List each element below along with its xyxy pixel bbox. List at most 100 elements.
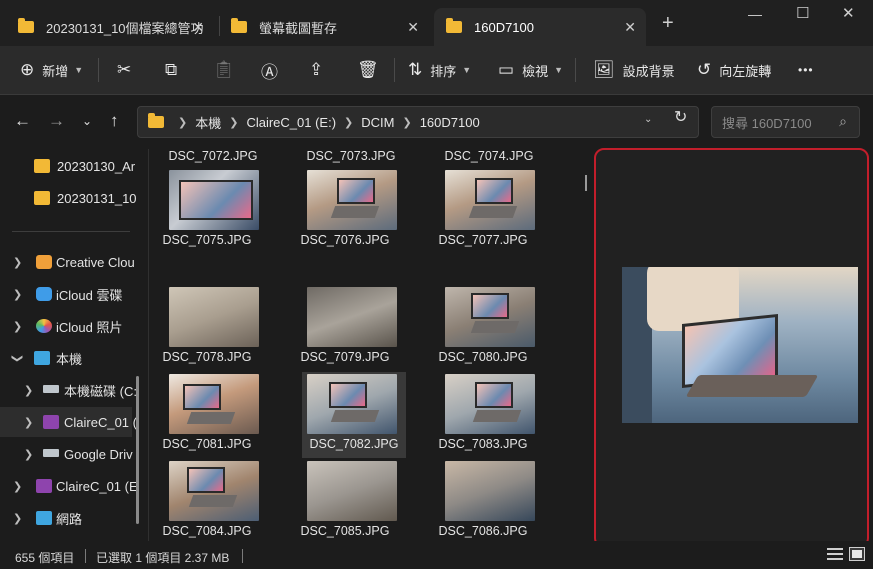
close-icon[interactable]: ✕ <box>407 19 419 36</box>
file-grid: DSC_7072.JPG DSC_7073.JPG DSC_7074.JPG D… <box>150 149 582 541</box>
sidebar-item-icloud-photos[interactable]: ❯ iCloud 照片 <box>0 311 132 341</box>
chevron-down-icon[interactable]: ❯ <box>11 353 24 362</box>
breadcrumb-this-pc[interactable]: 本機 <box>195 113 221 132</box>
sidebar-item-network[interactable]: ❯ 網路 <box>0 503 132 533</box>
file-grid-scrollbar[interactable] <box>585 175 587 191</box>
file-name: DSC_7084.JPG <box>162 524 252 538</box>
photo-thumbnail <box>445 170 535 230</box>
forward-icon[interactable]: → <box>48 111 65 131</box>
file-item[interactable]: DSC_7073.JPG <box>294 149 398 172</box>
close-window-icon[interactable]: ✕ <box>842 4 855 22</box>
file-item[interactable]: DSC_7086.JPG <box>426 461 535 541</box>
sidebar-item-label: 20230130_Ar <box>57 158 136 174</box>
set-background-button[interactable]: 🖼︎ 設成背景 <box>593 46 675 94</box>
file-item[interactable]: DSC_7084.JPG <box>150 461 259 541</box>
rotate-left-button[interactable]: ↺ 向左旋轉 <box>697 46 771 94</box>
file-item[interactable]: DSC_7079.JPG <box>288 287 397 373</box>
file-item[interactable]: DSC_7075.JPG <box>150 170 259 256</box>
breadcrumb-dcim[interactable]: DCIM <box>361 115 394 130</box>
copy-button[interactable]: ⧉ <box>165 46 177 94</box>
new-tab-button[interactable]: + <box>662 12 674 35</box>
folder-icon <box>231 18 247 33</box>
share-button[interactable]: ⇪ <box>309 46 323 94</box>
file-item[interactable]: DSC_7078.JPG <box>150 287 259 373</box>
up-icon[interactable]: ↑ <box>110 111 119 131</box>
tab-screenshots[interactable]: 螢幕截圖暫存 ✕ <box>219 8 429 46</box>
delete-button[interactable]: 🗑︎ <box>357 46 379 94</box>
photo-thumbnail <box>169 170 259 230</box>
tab-20230131[interactable]: 20230131_10個檔案總管功 ✕ <box>6 8 214 46</box>
refresh-icon[interactable]: ↻ <box>674 107 687 127</box>
file-item[interactable]: DSC_7074.JPG <box>432 149 536 172</box>
more-button[interactable]: ••• <box>798 46 814 94</box>
sidebar-item-20230131[interactable]: 20230131_10 <box>0 183 137 213</box>
chevron-down-icon: ▼ <box>554 65 563 75</box>
sidebar-item-label: iCloud 雲碟 <box>56 287 123 303</box>
preview-image <box>622 267 858 423</box>
chevron-right-icon[interactable]: ❯ <box>13 320 22 333</box>
search-box[interactable]: ⌕ <box>711 106 860 138</box>
sidebar-item-local-disk-c[interactable]: ❯ 本機磁碟 (C: <box>0 375 137 405</box>
breadcrumb-drive[interactable]: ClaireC_01 (E:) <box>246 115 336 130</box>
recent-locations-icon[interactable]: ⌄ <box>82 114 92 128</box>
chevron-right-icon: ❯ <box>229 116 239 129</box>
view-button[interactable]: ▭ 檢視 ▼ <box>498 46 563 94</box>
file-name: DSC_7086.JPG <box>438 524 528 538</box>
folder-icon <box>446 18 462 33</box>
chevron-right-icon[interactable]: ❯ <box>13 256 22 269</box>
new-button[interactable]: ⊕ 新增 ▼ <box>20 46 83 94</box>
sort-label: 排序 <box>430 63 457 79</box>
search-input[interactable] <box>720 113 828 133</box>
toolbar-divider <box>575 58 576 82</box>
file-item[interactable]: DSC_7080.JPG <box>426 287 535 373</box>
laptop-screen-graphic <box>183 384 221 410</box>
sidebar-scrollbar[interactable] <box>136 376 139 524</box>
chevron-right-icon[interactable]: ❯ <box>24 416 33 429</box>
cut-button[interactable]: ✂ <box>117 46 131 94</box>
sort-button[interactable]: ⇅ 排序 ▼ <box>408 46 471 94</box>
google-drive-icon <box>43 449 59 457</box>
sidebar-item-icloud-drive[interactable]: ❯ iCloud 雲碟 <box>0 279 132 309</box>
chevron-right-icon[interactable]: ❯ <box>13 480 22 493</box>
close-icon[interactable]: ✕ <box>624 19 636 36</box>
sidebar-item-creative-cloud[interactable]: ❯ Creative Clou <box>0 247 135 277</box>
laptop-screen-graphic <box>337 178 375 204</box>
breadcrumb-current-folder[interactable]: 160D7100 <box>420 115 480 130</box>
large-icons-view-icon[interactable] <box>849 547 865 561</box>
chevron-right-icon[interactable]: ❯ <box>24 384 33 397</box>
file-item-selected[interactable]: DSC_7082.JPG <box>302 372 406 458</box>
minimize-icon[interactable]: — <box>748 6 762 22</box>
tab-160d7100[interactable]: 160D7100 ✕ <box>434 8 646 46</box>
file-item[interactable]: DSC_7077.JPG <box>426 170 535 256</box>
more-icon: ••• <box>798 63 814 77</box>
maximize-icon[interactable]: ☐ <box>796 4 809 22</box>
chevron-right-icon[interactable]: ❯ <box>13 288 22 301</box>
sidebar-item-label: 本機磁碟 (C: <box>64 383 137 399</box>
file-item[interactable]: DSC_7072.JPG <box>156 149 260 172</box>
details-view-icon[interactable] <box>827 547 843 561</box>
pane-divider[interactable] <box>148 149 149 541</box>
chevron-right-icon[interactable]: ❯ <box>13 512 22 525</box>
sidebar-item-clairec-01-e[interactable]: ❯ ClaireC_01 (E <box>0 471 138 501</box>
rename-button[interactable]: Ⓐ <box>261 46 278 94</box>
back-icon[interactable]: ← <box>14 111 31 131</box>
sidebar-item-google-drive[interactable]: ❯ Google Driv <box>0 439 133 469</box>
address-bar[interactable]: ❯ 本機 ❯ ClaireC_01 (E:) ❯ DCIM ❯ 160D7100… <box>137 106 699 138</box>
paste-button[interactable]: 📋︎ <box>213 46 235 94</box>
sidebar-item-clairec-01-selected[interactable]: ❯ ClaireC_01 ( <box>0 407 137 437</box>
rotate-left-label: 向左旋轉 <box>719 63 772 79</box>
view-label: 檢視 <box>522 63 549 79</box>
file-item[interactable]: DSC_7085.JPG <box>288 461 397 541</box>
laptop-screen-graphic <box>179 180 253 220</box>
close-icon[interactable]: ✕ <box>192 19 204 36</box>
local-disk-icon <box>43 385 59 393</box>
address-dropdown-icon[interactable]: ⌄ <box>644 114 652 125</box>
chevron-right-icon[interactable]: ❯ <box>24 448 33 461</box>
sidebar-item-20230130[interactable]: 20230130_Ar <box>0 151 136 181</box>
preview-pane <box>594 148 869 548</box>
file-item[interactable]: DSC_7081.JPG <box>150 374 259 460</box>
file-item[interactable]: DSC_7083.JPG <box>426 374 535 460</box>
tab-title: 螢幕截圖暫存 <box>259 20 338 36</box>
sidebar-item-this-pc[interactable]: ❯ 本機 <box>0 343 132 373</box>
file-item[interactable]: DSC_7076.JPG <box>288 170 397 256</box>
